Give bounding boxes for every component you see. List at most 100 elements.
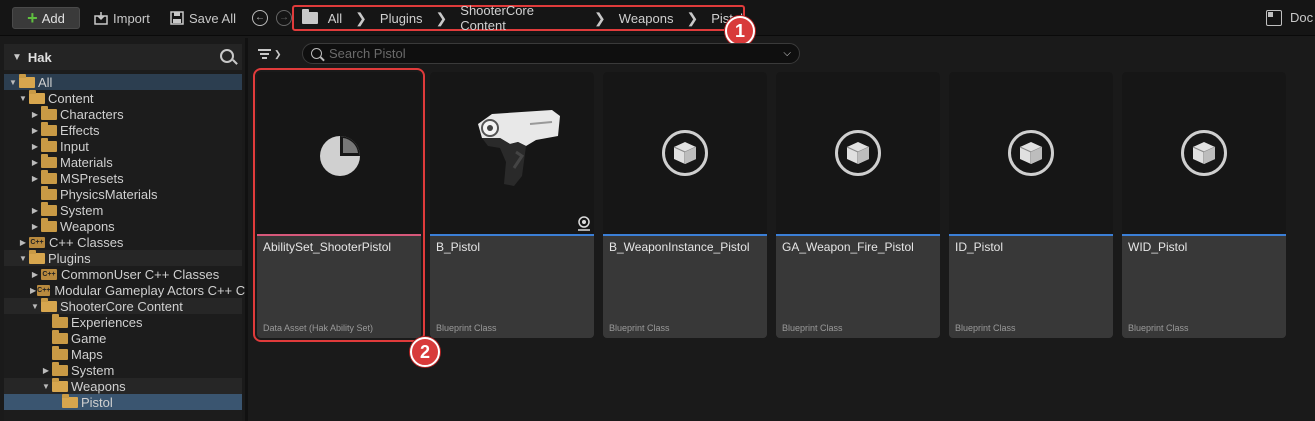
triangle-down-icon[interactable]: ▼	[18, 94, 28, 103]
triangle-right-icon[interactable]: ▶	[41, 366, 51, 375]
chevron-right-icon[interactable]: ❯	[355, 10, 367, 27]
tree-item-pistol[interactable]: Pistol	[4, 393, 242, 410]
tree-item-content[interactable]: ▼ Content	[4, 89, 242, 106]
asset-thumbnail	[1122, 72, 1286, 234]
tree-item-experiences[interactable]: Experiences	[4, 313, 242, 330]
asset-tile[interactable]: GA_Weapon_Fire_Pistol Blueprint Class	[776, 72, 940, 338]
chevron-right-icon[interactable]: ❯	[436, 10, 448, 27]
breadcrumb-item-all[interactable]: All	[328, 11, 342, 26]
asset-tile[interactable]: B_Pistol Blueprint Class	[430, 72, 594, 338]
triangle-right-icon[interactable]: ▶	[30, 174, 40, 183]
breadcrumb-item-shootercore[interactable]: ShooterCore Content	[460, 3, 581, 33]
tree-label: Effects	[60, 122, 100, 138]
triangle-right-icon[interactable]: ▶	[30, 126, 40, 135]
asset-tile[interactable]: B_WeaponInstance_Pistol Blueprint Class	[603, 72, 767, 338]
save-all-button[interactable]: Save All	[170, 9, 236, 27]
plus-icon: +	[27, 8, 38, 28]
cpp-folder-icon: C++	[41, 268, 57, 280]
folder-icon	[52, 329, 68, 344]
triangle-down-icon[interactable]: ▼	[30, 302, 40, 311]
chevron-right-icon[interactable]: ❯	[594, 10, 606, 27]
tree-item-cpp-classes[interactable]: ▶ C++ C++ Classes	[4, 234, 242, 250]
tree-item-plugins[interactable]: ▼ Plugins	[4, 249, 242, 266]
tree-item-all[interactable]: ▼ All	[4, 73, 242, 90]
tree-item-game[interactable]: Game	[4, 329, 242, 346]
breadcrumb-item-plugins[interactable]: Plugins	[380, 11, 423, 26]
tree-item-system[interactable]: ▶ System	[4, 201, 242, 218]
search-placeholder: Search Pistol	[329, 46, 406, 61]
triangle-down-icon: ▼	[12, 51, 22, 63]
tree-item-shootercore[interactable]: ▼ ShooterCore Content	[4, 297, 242, 314]
annotation-badge-1: 1	[725, 16, 755, 46]
tree-item-input[interactable]: ▶ Input	[4, 137, 242, 154]
folder-open-icon	[52, 377, 68, 392]
chevron-right-icon[interactable]: ❯	[686, 10, 698, 27]
tree-item-weapons[interactable]: ▶ Weapons	[4, 217, 242, 234]
asset-name: GA_Weapon_Fire_Pistol	[782, 240, 914, 254]
folder-icon	[52, 361, 68, 376]
folder-icon	[41, 217, 57, 232]
panel-splitter[interactable]	[245, 38, 248, 421]
tree-label: Content	[48, 90, 94, 106]
toolbar: + Add Import Save All ← → All ❯ Plugins …	[0, 0, 1315, 36]
tree-label: Materials	[60, 154, 113, 170]
folder-open-icon	[29, 89, 45, 104]
tree-item-characters[interactable]: ▶ Characters	[4, 105, 242, 122]
add-button[interactable]: + Add	[12, 7, 80, 29]
sources-header[interactable]: ▼ Hak	[4, 44, 242, 70]
tree-label: Game	[71, 330, 107, 346]
cpp-folder-icon: C++	[37, 284, 51, 296]
tree-item-commonuser[interactable]: ▶ C++ CommonUser C++ Classes	[4, 266, 242, 282]
save-icon	[170, 11, 184, 25]
docs-button-label[interactable]: Doc	[1290, 10, 1313, 25]
folder-open-icon	[62, 393, 78, 408]
tree-label: Maps	[71, 346, 103, 362]
triangle-right-icon[interactable]: ▶	[30, 286, 36, 295]
back-button[interactable]: ←	[252, 10, 268, 26]
asset-tile[interactable]: AbilitySet_ShooterPistol Data Asset (Hak…	[253, 68, 425, 342]
cpp-folder-icon: C++	[29, 236, 45, 248]
folder-icon	[41, 153, 57, 168]
layout-icon[interactable]	[1266, 10, 1282, 26]
triangle-down-icon[interactable]: ▼	[41, 382, 51, 391]
tree-item-maps[interactable]: Maps	[4, 345, 242, 362]
breadcrumb-item-weapons[interactable]: Weapons	[619, 11, 674, 26]
asset-type: Blueprint Class	[609, 323, 670, 333]
tree-label: System	[60, 202, 104, 218]
triangle-right-icon[interactable]: ▶	[30, 222, 40, 231]
forward-button[interactable]: →	[276, 10, 292, 26]
triangle-right-icon[interactable]: ▶	[30, 206, 40, 215]
import-button[interactable]: Import	[94, 9, 150, 27]
triangle-right-icon[interactable]: ▶	[30, 142, 40, 151]
tree-item-effects[interactable]: ▶ Effects	[4, 121, 242, 138]
triangle-right-icon[interactable]: ▶	[30, 270, 40, 279]
tree-item-modular-gameplay[interactable]: ▶ C++ Modular Gameplay Actors C++ C	[4, 282, 245, 298]
asset-thumbnail	[603, 72, 767, 234]
asset-name: B_WeaponInstance_Pistol	[609, 240, 750, 254]
asset-thumbnail	[776, 72, 940, 234]
tree-label: System	[71, 362, 115, 378]
pistol-thumbnail-icon	[478, 110, 560, 186]
tree-item-system-2[interactable]: ▶ System	[4, 361, 242, 378]
search-input[interactable]: Search Pistol ⌵	[302, 43, 800, 64]
asset-thumbnail	[257, 72, 421, 234]
tree-item-physicsmaterials[interactable]: PhysicsMaterials	[4, 185, 242, 202]
folder-open-icon	[41, 297, 57, 312]
tree-item-mspresets[interactable]: ▶ MSPresets	[4, 169, 242, 186]
asset-type: Blueprint Class	[782, 323, 843, 333]
filter-button[interactable]: ❯	[258, 45, 292, 63]
actor-overlay-icon	[578, 216, 590, 231]
asset-thumbnail	[430, 72, 594, 234]
folder-open-icon	[19, 73, 35, 88]
triangle-right-icon[interactable]: ▶	[30, 110, 40, 119]
asset-tile[interactable]: ID_Pistol Blueprint Class	[949, 72, 1113, 338]
triangle-down-icon[interactable]: ▼	[8, 78, 18, 87]
triangle-right-icon[interactable]: ▶	[30, 158, 40, 167]
tree-item-materials[interactable]: ▶ Materials	[4, 153, 242, 170]
triangle-down-icon[interactable]: ▼	[18, 254, 28, 263]
tree-item-weapons-2[interactable]: ▼ Weapons	[4, 377, 242, 394]
triangle-right-icon[interactable]: ▶	[18, 238, 28, 247]
search-icon[interactable]	[220, 49, 234, 63]
chevron-down-icon[interactable]: ⌵	[783, 48, 791, 59]
asset-tile[interactable]: WID_Pistol Blueprint Class	[1122, 72, 1286, 338]
